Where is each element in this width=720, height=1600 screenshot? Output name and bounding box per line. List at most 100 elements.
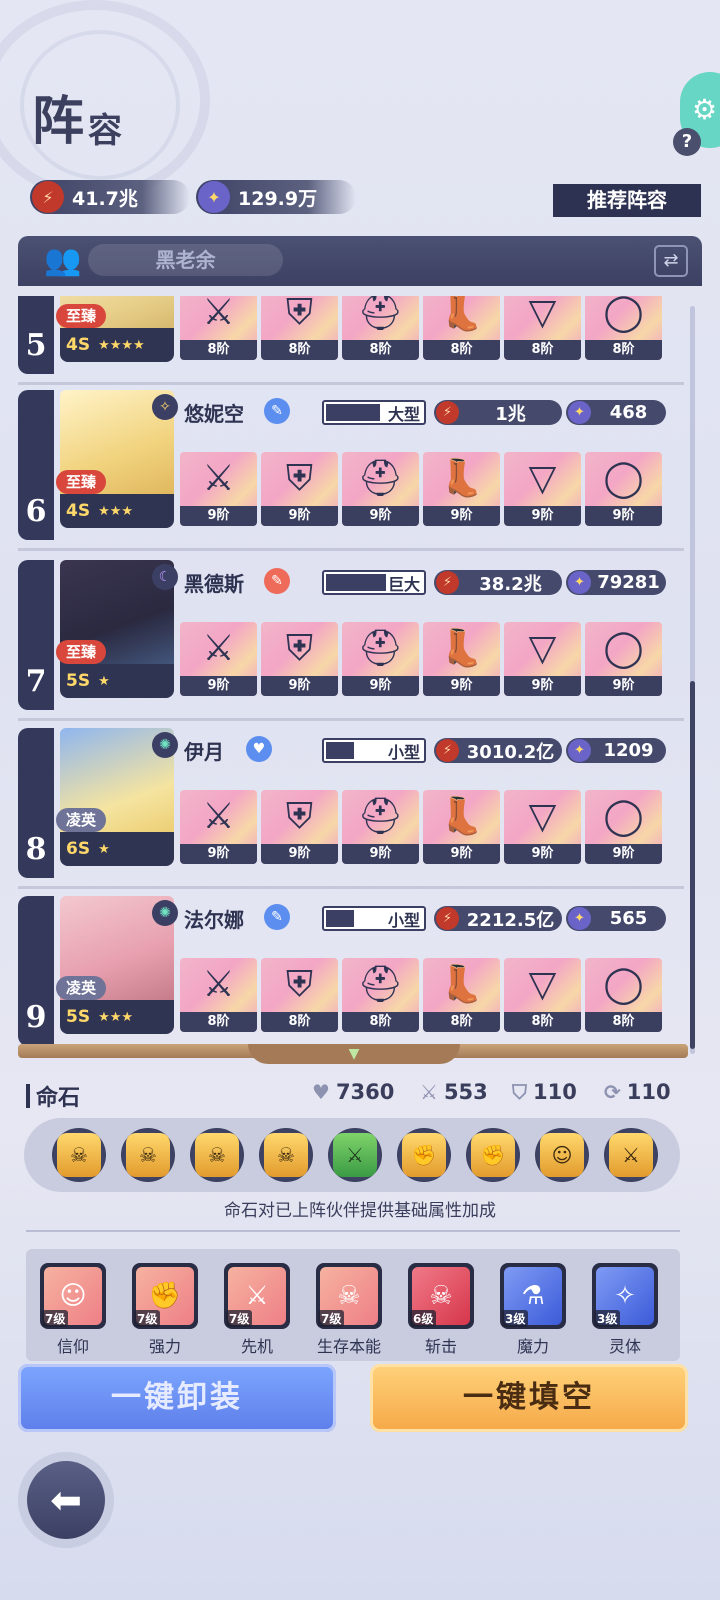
scrollbar-thumb[interactable]: [690, 681, 695, 1049]
gear-slot-armor[interactable]: ⛨ 9阶: [261, 790, 338, 864]
hero-level-stars: 5S ★: [60, 664, 174, 698]
fate-stone-slot[interactable]: ☠: [121, 1128, 175, 1182]
expand-handle[interactable]: ▼: [248, 1044, 460, 1064]
gear-slot-boots[interactable]: 👢 8阶: [423, 296, 500, 360]
fate-stone-slot[interactable]: ☠: [190, 1128, 244, 1182]
gear-slot-helmet[interactable]: ⛑ 8阶: [342, 296, 419, 360]
sword-icon: ⚔: [420, 1080, 438, 1104]
rune-spirit[interactable]: ✧ 3级 灵体: [592, 1263, 658, 1357]
row-divider: [18, 886, 684, 889]
hero-score: ✦ 565: [566, 906, 666, 931]
rarity-badge: 凌英: [56, 976, 107, 1000]
rune-slash[interactable]: ☠ 6级 斩击: [408, 1263, 474, 1357]
hero-power: ⚡ 3010.2亿: [434, 738, 562, 763]
fate-stone-title: 命石: [26, 1080, 80, 1112]
help-icon[interactable]: ?: [673, 128, 701, 156]
hero-row[interactable]: 6 ✧ 至臻 4S ★★★ 悠妮空 ✎ 大型 ⚡ 1兆 ✦ 468 ⚔ 9阶 ⛨ 9阶 ⛑…: [18, 390, 684, 551]
gear-slot-weapon[interactable]: ⚔ 9阶: [180, 452, 257, 526]
gear-slot-helmet[interactable]: ⛑ 8阶: [342, 958, 419, 1032]
gear-slot-boots[interactable]: 👢 9阶: [423, 452, 500, 526]
gear-slot-ring[interactable]: ◯ 9阶: [585, 622, 662, 696]
heart-class-icon: ♥: [246, 736, 272, 762]
gear-slot-ring[interactable]: ◯ 9阶: [585, 790, 662, 864]
unequip-all-button[interactable]: 一键卸装: [18, 1364, 336, 1432]
gear-slot-boots[interactable]: 👢 9阶: [423, 790, 500, 864]
gear-slot-amulet[interactable]: ▽ 8阶: [504, 958, 581, 1032]
hero-row[interactable]: 8 ✺ 凌英 6S ★ 伊月 ♥ 小型 ⚡ 3010.2亿 ✦ 1209 ⚔ 9阶 ⛨ 9…: [18, 728, 684, 889]
cycle-icon: ⟳: [604, 1080, 621, 1104]
element-icon: ✧: [152, 394, 178, 420]
gear-slot-amulet[interactable]: ▽ 9阶: [504, 790, 581, 864]
gear-slot-amulet[interactable]: ▽ 8阶: [504, 296, 581, 360]
gear-slot-weapon[interactable]: ⚔ 9阶: [180, 790, 257, 864]
rune-initiative[interactable]: ⚔ 7级 先机: [224, 1263, 290, 1357]
team-bar: 👥 黑老余 ⇄: [18, 236, 702, 286]
gear-slot-ring[interactable]: ◯ 9阶: [585, 452, 662, 526]
size-fill: [326, 742, 354, 759]
gear-slot-boots[interactable]: 👢 8阶: [423, 958, 500, 1032]
power-icon: ⚡: [436, 571, 459, 594]
hero-score: ✦ 1209: [566, 738, 666, 763]
sparkle-icon: ✦: [568, 739, 591, 762]
gear-slot-weapon[interactable]: ⚔ 9阶: [180, 622, 257, 696]
size-fill: [326, 574, 386, 591]
fate-stone-slot[interactable]: ✊: [466, 1128, 520, 1182]
power-icon: ⚡: [436, 739, 459, 762]
hero-row[interactable]: 9 ✺ 凌英 5S ★★★ 法尔娜 ✎ 小型 ⚡ 2212.5亿 ✦ 565 ⚔ 8阶 …: [18, 896, 684, 1048]
gear-slot-helmet[interactable]: ⛑ 9阶: [342, 790, 419, 864]
gear-slot-ring[interactable]: ◯ 8阶: [585, 958, 662, 1032]
fate-stone-slot[interactable]: ✊: [397, 1128, 451, 1182]
crossed-swords-stone-icon: ⚔: [333, 1133, 377, 1177]
fate-stone-slot[interactable]: ☺: [535, 1128, 589, 1182]
gear-slots: ⚔ 9阶 ⛨ 9阶 ⛑ 9阶 👢 9阶 ▽ 9阶 ◯ 9阶: [180, 452, 662, 526]
hero-rank: 8: [18, 728, 54, 878]
gear-slot-weapon[interactable]: ⚔ 8阶: [180, 958, 257, 1032]
hero-row[interactable]: 5 至臻 4S ★★★★ ⚔ 8阶 ⛨ 8阶 ⛑ 8阶 👢 8阶 ▽ 8阶 ◯ 8阶: [18, 296, 684, 385]
hero-rank: 7: [18, 560, 54, 710]
gear-slot-armor[interactable]: ⛨ 9阶: [261, 622, 338, 696]
gear-slot-ring[interactable]: ◯ 8阶: [585, 296, 662, 360]
rune-strength[interactable]: ✊ 7级 强力: [132, 1263, 198, 1357]
gear-slot-amulet[interactable]: ▽ 9阶: [504, 622, 581, 696]
fate-stone-slot[interactable]: ⚔: [604, 1128, 658, 1182]
rarity-badge: 至臻: [56, 640, 107, 664]
hero-row[interactable]: 7 ☾ 至臻 5S ★ 黑德斯 ✎ 巨大 ⚡ 38.2兆 ✦ 79281 ⚔ 9阶 ⛨ 9…: [18, 560, 684, 721]
hero-power: ⚡ 38.2兆: [434, 570, 562, 595]
fate-stone-slot[interactable]: ⚔: [328, 1128, 382, 1182]
skull-stone-icon: ☠: [264, 1133, 308, 1177]
row-divider: [18, 382, 684, 385]
back-arrow-icon: ⬅: [27, 1461, 105, 1539]
gear-slot-helmet[interactable]: ⛑ 9阶: [342, 452, 419, 526]
fate-stone-slot[interactable]: ☠: [52, 1128, 106, 1182]
recommend-lineup-button[interactable]: 推荐阵容: [553, 184, 701, 217]
rune-set-panel: ☺ 7级 信仰 ✊ 7级 强力 ⚔ 7级 先机 ☠ 7级 生存本能 ☠ 6级 斩击 ⚗ 3级 魔力 ✧ 3…: [26, 1249, 680, 1361]
fate-stone-slot[interactable]: ☠: [259, 1128, 313, 1182]
hero-score: ✦ 468: [566, 400, 666, 425]
class-icon: ✎: [264, 398, 290, 424]
gear-slot-boots[interactable]: 👢 9阶: [423, 622, 500, 696]
rarity-badge: 至臻: [56, 304, 107, 328]
row-divider: [18, 718, 684, 721]
class-icon: ✎: [264, 904, 290, 930]
hero-power: ⚡ 1兆: [434, 400, 562, 425]
hero-list[interactable]: 5 至臻 4S ★★★★ ⚔ 8阶 ⛨ 8阶 ⛑ 8阶 👢 8阶 ▽ 8阶 ◯ 8阶 6 ✧ …: [18, 296, 684, 1054]
skull-stone-icon: ☠: [57, 1133, 101, 1177]
fist-stone-icon: ✊: [402, 1133, 446, 1177]
rune-magic[interactable]: ⚗ 3级 魔力: [500, 1263, 566, 1357]
element-icon: ☾: [152, 564, 178, 590]
gear-slot-amulet[interactable]: ▽ 9阶: [504, 452, 581, 526]
list-scrollbar[interactable]: [690, 306, 695, 1054]
gear-slot-armor[interactable]: ⛨ 9阶: [261, 452, 338, 526]
stone-stat-resist: ⟳ 110: [604, 1080, 671, 1104]
crossed-swords-stone-icon: ⚔: [609, 1133, 653, 1177]
size-fill: [326, 910, 354, 927]
rune-faith[interactable]: ☺ 7级 信仰: [40, 1263, 106, 1357]
rune-survival[interactable]: ☠ 7级 生存本能: [316, 1263, 382, 1357]
gear-slot-helmet[interactable]: ⛑ 9阶: [342, 622, 419, 696]
auto-fill-button[interactable]: 一键填空: [370, 1364, 688, 1432]
back-button[interactable]: ⬅: [18, 1452, 114, 1548]
gear-slot-armor[interactable]: ⛨ 8阶: [261, 958, 338, 1032]
gear-slot-armor[interactable]: ⛨ 8阶: [261, 296, 338, 360]
gear-slot-weapon[interactable]: ⚔ 8阶: [180, 296, 257, 360]
swap-team-icon[interactable]: ⇄: [654, 245, 688, 277]
